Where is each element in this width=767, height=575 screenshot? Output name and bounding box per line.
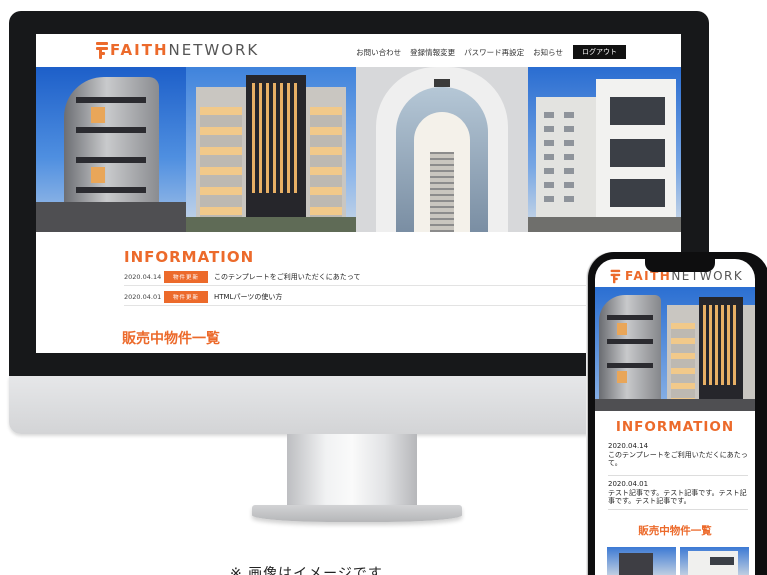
imac-stand [287, 434, 417, 512]
property-thumbnail[interactable] [607, 547, 676, 575]
info-row[interactable]: 2020.04.14 物件更新 このテンプレートをご利用いただくにあたって [124, 269, 594, 286]
property-thumbnails [607, 547, 749, 575]
info-date: 2020.04.01 [608, 480, 649, 488]
mobile-screen: FAITHNETWORK INFORMATION 2020.04.14 このテン… [595, 259, 755, 575]
properties-for-sale-heading: 販売中物件一覧 [122, 331, 220, 347]
main-nav: お問い合わせ 登録情報変更 パスワード再設定 お知らせ ログアウト [347, 45, 626, 59]
phone-notch [645, 259, 715, 272]
category-badge: 物件更新 [164, 291, 209, 303]
info-link[interactable]: HTMLパーツの使い方 [214, 292, 282, 302]
info-row[interactable]: 2020.04.01 物件更新 HTMLパーツの使い方 [124, 289, 594, 306]
hero-photo-3 [356, 67, 528, 232]
divider [608, 509, 748, 510]
property-thumbnail[interactable] [680, 547, 749, 575]
mobile-information-heading: INFORMATION [615, 419, 735, 435]
info-date: 2020.04.01 [124, 293, 162, 301]
category-badge: 物件更新 [164, 271, 209, 283]
image-caption: ※ 画像はイメージです [230, 566, 383, 575]
mobile-hero-image [595, 287, 755, 411]
hero-photo-4 [528, 67, 681, 232]
imac-stand-base [252, 505, 462, 522]
info-link[interactable]: このテンプレートをご利用いただくにあたって。 [608, 451, 748, 468]
hero-image [36, 67, 681, 232]
mobile-info-item[interactable]: 2020.04.14 このテンプレートをご利用いただくにあたって。 [608, 442, 748, 468]
mobile-properties-for-sale-heading: 販売中物件一覧 [638, 525, 712, 537]
desktop-screen: FAITHNETWORK お問い合わせ 登録情報変更 パスワード再設定 お知らせ… [36, 34, 681, 353]
faith-logo-icon [94, 42, 108, 59]
site-header: FAITHNETWORK お問い合わせ 登録情報変更 パスワード再設定 お知らせ… [36, 34, 681, 67]
logout-button[interactable]: ログアウト [573, 45, 626, 59]
info-date: 2020.04.14 [124, 273, 162, 281]
logo-text: FAITHNETWORK [110, 41, 260, 59]
mobile-info-item[interactable]: 2020.04.01 テスト記事です。テスト記事です。テスト記事です。テスト記事… [608, 475, 748, 506]
faith-logo-icon [609, 269, 621, 284]
main-content: INFORMATION 2020.04.14 物件更新 このテンプレートをご利用… [36, 232, 681, 353]
information-heading: INFORMATION [124, 248, 255, 266]
hero-photo-2 [186, 67, 356, 232]
iphone-mockup: FAITHNETWORK INFORMATION 2020.04.14 このテン… [588, 252, 767, 575]
info-link[interactable]: テスト記事です。テスト記事です。テスト記事です。テスト記事です。 [608, 489, 748, 506]
nav-password-reset[interactable]: パスワード再設定 [464, 47, 524, 58]
hero-photo-1 [36, 67, 186, 232]
info-link[interactable]: このテンプレートをご利用いただくにあたって [214, 272, 360, 282]
nav-news[interactable]: お知らせ [533, 47, 563, 58]
nav-profile-edit[interactable]: 登録情報変更 [410, 47, 455, 58]
nav-contact[interactable]: お問い合わせ [356, 47, 401, 58]
site-logo[interactable]: FAITHNETWORK [94, 42, 259, 59]
info-date: 2020.04.14 [608, 442, 649, 450]
